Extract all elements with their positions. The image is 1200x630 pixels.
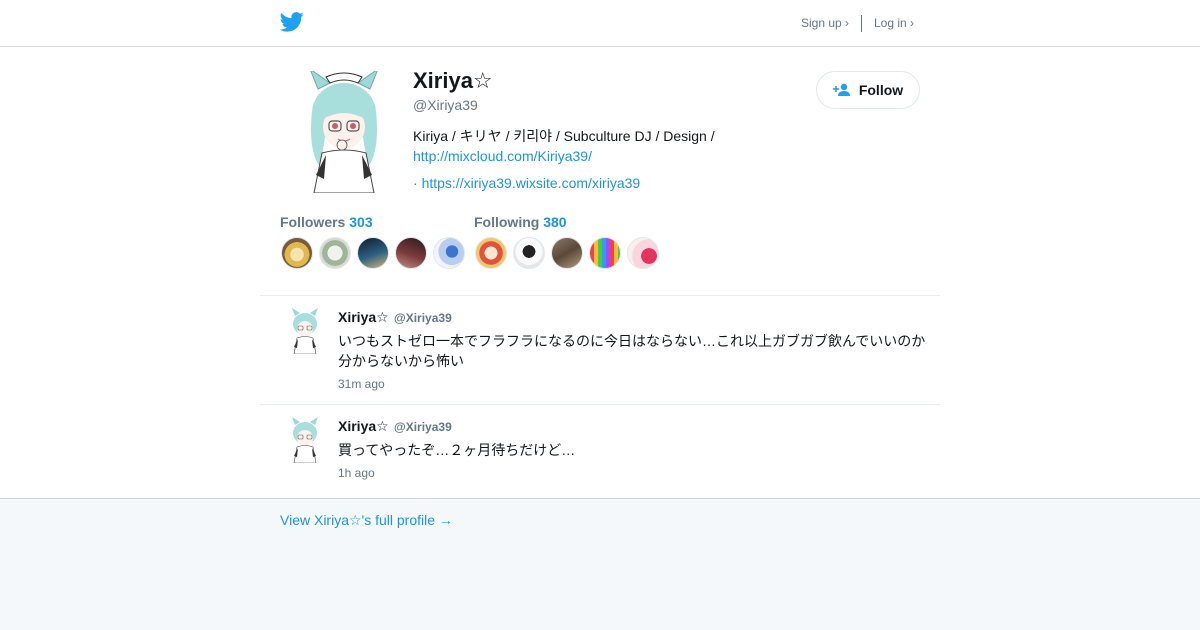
- website-prefix: ·: [413, 175, 422, 191]
- follow-button[interactable]: Follow: [816, 71, 920, 109]
- bio-text: Kiriya / キリヤ / 키리야 / Subculture DJ / Des…: [413, 128, 715, 144]
- tweet-author-handle[interactable]: @Xiriya39: [394, 311, 452, 325]
- view-full-profile-link[interactable]: View Xiriya☆'s full profile →: [280, 512, 453, 529]
- followers-count: 303: [349, 214, 373, 230]
- twitter-bird-icon[interactable]: [280, 12, 304, 32]
- footer: View Xiriya☆'s full profile →: [0, 498, 1200, 630]
- following-count: 380: [543, 214, 567, 230]
- follower-avatar[interactable]: [281, 237, 313, 269]
- profile-website: · https://xiriya39.wixsite.com/xiriya39: [413, 175, 640, 191]
- tweet-text: いつもストゼロ一本でフラフラになるのに今日はならない…これ以上ガブガブ飲んでいい…: [338, 333, 926, 369]
- follower-avatar[interactable]: [319, 237, 351, 269]
- following-avatar[interactable]: [475, 237, 507, 269]
- tweet-avatar[interactable]: [287, 308, 323, 354]
- tweet-author-handle[interactable]: @Xiriya39: [394, 420, 452, 434]
- following-avatars: [475, 237, 659, 269]
- tweet-author-name[interactable]: Xiriya☆: [338, 418, 389, 435]
- follow-button-label: Follow: [858, 82, 904, 98]
- tweet-item[interactable]: Xiriya☆ @Xiriya39 いつもストゼロ一本でフラフラになるのに今日は…: [260, 296, 940, 405]
- signup-link[interactable]: Sign up ›: [801, 16, 849, 30]
- follow-person-icon: [832, 83, 850, 96]
- login-link[interactable]: Log in ›: [874, 16, 914, 30]
- profile-name: Xiriya☆: [413, 68, 493, 93]
- following-avatar[interactable]: [513, 237, 545, 269]
- website-link[interactable]: https://xiriya39.wixsite.com/xiriya39: [422, 175, 641, 191]
- followers-label: Followers: [280, 214, 346, 230]
- tweet-timestamp[interactable]: 31m ago: [338, 377, 385, 391]
- follower-avatar[interactable]: [357, 237, 389, 269]
- following-avatar[interactable]: [551, 237, 583, 269]
- following-avatar[interactable]: [589, 237, 621, 269]
- following-stat[interactable]: Following 380: [474, 214, 567, 230]
- tweet-item[interactable]: Xiriya☆ @Xiriya39 買ってやったぞ…２ヶ月待ちだけど… 1h a…: [260, 405, 940, 498]
- tweet-avatar[interactable]: [287, 417, 323, 463]
- nav-divider: [861, 15, 862, 32]
- follower-avatar[interactable]: [433, 237, 465, 269]
- follower-avatar[interactable]: [395, 237, 427, 269]
- following-avatar[interactable]: [627, 237, 659, 269]
- profile-handle: @Xiriya39: [413, 97, 478, 113]
- followers-stat[interactable]: Followers 303: [280, 214, 373, 230]
- top-bar: Sign up › Log in ›: [0, 0, 1200, 47]
- following-label: Following: [474, 214, 540, 230]
- profile-bio: Kiriya / キリヤ / 키리야 / Subculture DJ / Des…: [413, 126, 773, 166]
- profile-avatar[interactable]: [296, 71, 392, 193]
- followers-avatars: [281, 237, 465, 269]
- bio-link[interactable]: http://mixcloud.com/Kiriya39/: [413, 148, 592, 164]
- tweet-text: 買ってやったぞ…２ヶ月待ちだけど…: [338, 442, 576, 458]
- tweet-timestamp[interactable]: 1h ago: [338, 466, 375, 480]
- tweet-author-name[interactable]: Xiriya☆: [338, 309, 389, 326]
